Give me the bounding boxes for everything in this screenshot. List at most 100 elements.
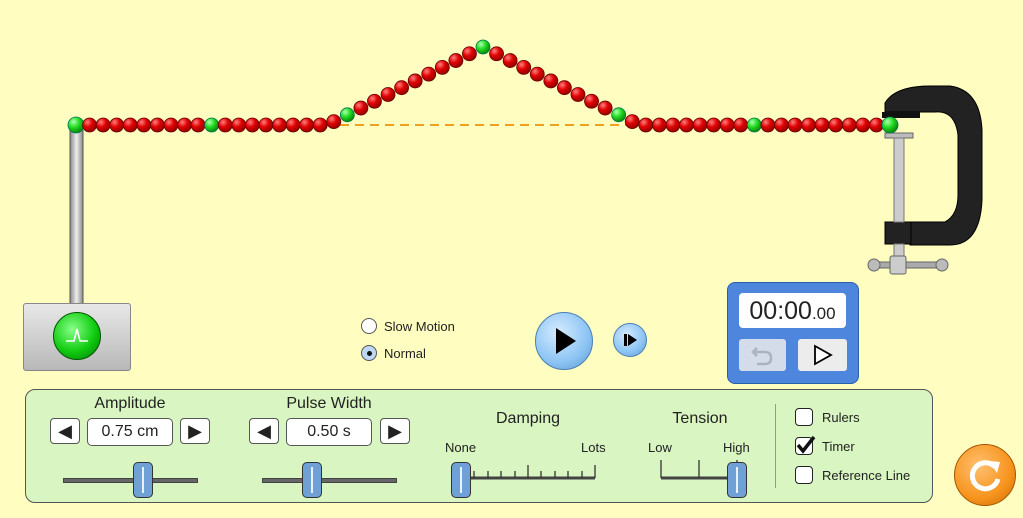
- pulse-width-slider-track[interactable]: [262, 478, 397, 483]
- bead: [434, 59, 450, 75]
- bead: [760, 117, 776, 133]
- bead: [380, 87, 396, 102]
- bead: [95, 117, 111, 133]
- timer-main: 00:00: [749, 297, 812, 325]
- tension-label: Tension: [672, 410, 728, 427]
- timer[interactable]: 00:00.00: [727, 282, 859, 384]
- reset-all-button[interactable]: [954, 444, 1016, 506]
- timer-reset-button[interactable]: [739, 339, 786, 371]
- amplitude-value[interactable]: 0.75 cm: [87, 418, 173, 446]
- timer-start-button[interactable]: [798, 339, 847, 371]
- bead: [597, 100, 613, 116]
- timer-label: Timer: [822, 438, 855, 454]
- pulse-width-slider-thumb[interactable]: [302, 462, 322, 498]
- bead-highlight: [881, 116, 899, 134]
- tension-max-label: High: [723, 440, 750, 455]
- bead: [122, 117, 138, 133]
- bead: [312, 117, 328, 133]
- bead: [774, 117, 789, 133]
- bead: [624, 114, 640, 130]
- bead: [719, 117, 735, 133]
- bead: [692, 117, 708, 133]
- bead: [841, 117, 857, 133]
- bead: [136, 117, 152, 133]
- damping-slider-thumb[interactable]: [451, 462, 471, 498]
- amplitude-slider-thumb[interactable]: [133, 462, 153, 498]
- checkbox-reference-line[interactable]: Reference Line: [795, 466, 910, 484]
- undo-icon: [751, 347, 773, 366]
- timer-fraction: .00: [811, 304, 836, 323]
- reference-line-checkbox[interactable]: [795, 466, 813, 484]
- bead: [679, 117, 694, 133]
- bead: [407, 73, 423, 89]
- amplitude-slider-track[interactable]: [63, 478, 198, 483]
- slow-motion-label: Slow Motion: [384, 318, 455, 334]
- bead: [299, 117, 315, 133]
- bead-highlight: [746, 117, 762, 133]
- bead: [163, 117, 179, 133]
- bead: [855, 117, 871, 133]
- pulse-button[interactable]: [53, 312, 101, 360]
- reference-line-label: Reference Line: [822, 467, 911, 483]
- bead-highlight: [204, 117, 220, 133]
- bead: [869, 117, 884, 133]
- radio-normal[interactable]: [361, 345, 377, 361]
- bead: [244, 117, 260, 133]
- bead: [462, 46, 477, 62]
- play-button[interactable]: [535, 312, 593, 370]
- pulse-width-label: Pulse Width: [286, 395, 372, 412]
- bead: [353, 100, 369, 116]
- bead: [814, 117, 830, 133]
- speed-normal[interactable]: Normal: [361, 345, 426, 361]
- pulse-width-decrease-button[interactable]: ◀: [249, 418, 279, 444]
- bead: [394, 80, 410, 96]
- bead: [733, 117, 749, 133]
- checkbox-timer[interactable]: Timer: [795, 435, 855, 455]
- damping-max-label: Lots: [581, 440, 606, 455]
- timer-display: 00:00.00: [739, 293, 846, 328]
- step-forward-button[interactable]: [613, 323, 647, 357]
- bead: [448, 53, 464, 68]
- bead-highlight: [611, 107, 627, 123]
- panel-divider: [775, 404, 776, 488]
- generator-pole: [69, 129, 84, 306]
- normal-label: Normal: [384, 345, 426, 361]
- bead: [516, 59, 532, 75]
- pulse-width-value[interactable]: 0.50 s: [286, 418, 372, 446]
- checkmark-icon: [796, 435, 816, 454]
- bead-highlight: [339, 107, 355, 123]
- bead: [231, 117, 247, 133]
- bead: [258, 117, 274, 133]
- bead: [285, 117, 301, 133]
- damping-label: Damping: [495, 410, 561, 427]
- pulse-icon: [66, 328, 88, 342]
- bead: [570, 87, 586, 102]
- bead: [828, 117, 844, 133]
- bead: [502, 53, 518, 68]
- bead: [82, 117, 97, 133]
- pulse-width-increase-button[interactable]: ▶: [380, 418, 410, 444]
- play-outline-icon: [814, 344, 833, 366]
- speed-slow-motion[interactable]: Slow Motion: [361, 318, 455, 334]
- amplitude-decrease-button[interactable]: ◀: [50, 418, 80, 444]
- reset-icon: [969, 460, 1001, 492]
- timer-checkbox[interactable]: [795, 435, 816, 455]
- damping-min-label: None: [445, 440, 477, 455]
- clamp: [867, 85, 983, 275]
- bead: [787, 117, 803, 133]
- bead: [109, 117, 125, 133]
- radio-slow-motion[interactable]: [361, 318, 377, 334]
- bead: [149, 117, 165, 133]
- rulers-label: Rulers: [822, 409, 860, 425]
- bead: [638, 117, 654, 133]
- checkbox-rulers[interactable]: Rulers: [795, 408, 860, 426]
- bead-highlight: [475, 39, 491, 55]
- rulers-checkbox[interactable]: [795, 408, 813, 426]
- bead: [272, 117, 287, 133]
- bead: [217, 117, 233, 133]
- bead: [557, 80, 572, 96]
- tension-slider-thumb[interactable]: [727, 462, 747, 498]
- amplitude-increase-button[interactable]: ▶: [180, 418, 210, 444]
- damping-slider-track[interactable]: [455, 455, 605, 485]
- tension-min-label: Low: [648, 440, 672, 455]
